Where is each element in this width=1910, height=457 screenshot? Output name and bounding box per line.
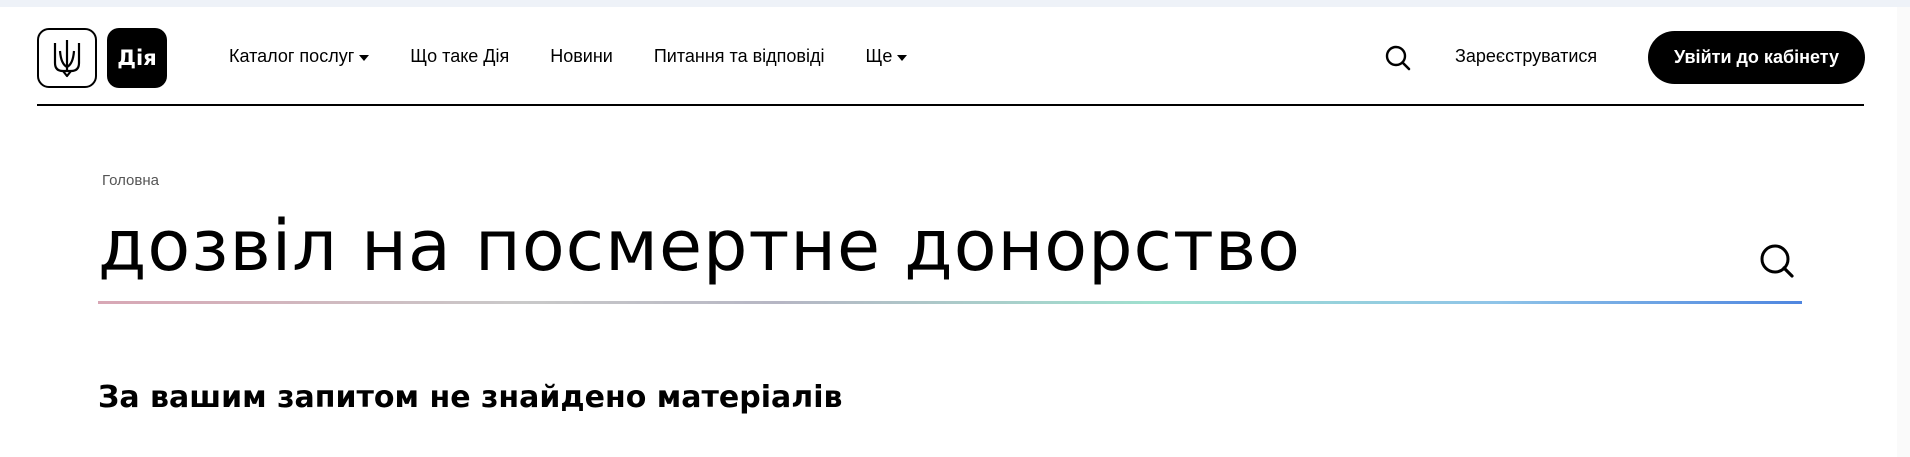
search-submit-button[interactable] [1758, 242, 1796, 280]
site-header: Дія Каталог послуг Що таке Дія Новини Пи… [37, 7, 1865, 106]
register-link[interactable]: Зареєструватися [1455, 7, 1597, 106]
page-scrollbar[interactable] [1897, 7, 1910, 457]
nav-item-services-catalog[interactable]: Каталог послуг [229, 46, 370, 67]
breadcrumb-home[interactable]: Головна [102, 172, 159, 189]
search-bar [98, 190, 1802, 306]
diia-logo-text: Дія [117, 46, 157, 70]
diia-logo[interactable]: Дія [107, 28, 167, 88]
login-button[interactable]: Увійти до кабінету [1648, 31, 1865, 84]
search-icon [1760, 244, 1794, 278]
nav-item-label: Ще [865, 46, 893, 66]
main-nav: Каталог послуг Що таке Дія Новини Питанн… [229, 7, 948, 106]
trident-icon [53, 40, 81, 78]
search-icon [1385, 45, 1411, 71]
search-input[interactable] [98, 190, 1738, 302]
nav-item-news[interactable]: Новини [550, 46, 613, 67]
nav-item-label: Що таке Дія [410, 46, 510, 66]
caret-down-icon [359, 54, 370, 61]
nav-item-more[interactable]: Ще [865, 46, 908, 67]
nav-item-label: Питання та відповіді [653, 46, 825, 66]
nav-item-label: Каталог послуг [229, 46, 355, 66]
nav-item-about-diia[interactable]: Що таке Дія [410, 46, 509, 67]
browser-top-strip [0, 0, 1910, 7]
caret-down-icon [897, 54, 908, 61]
header-search-button[interactable] [1383, 43, 1413, 73]
no-results-message: За вашим запитом не знайдено матеріалів [98, 380, 843, 415]
nav-item-label: Новини [550, 46, 613, 66]
coat-of-arms-logo[interactable] [37, 28, 97, 88]
search-underline [98, 301, 1802, 304]
nav-item-faq[interactable]: Питання та відповіді [654, 46, 825, 67]
